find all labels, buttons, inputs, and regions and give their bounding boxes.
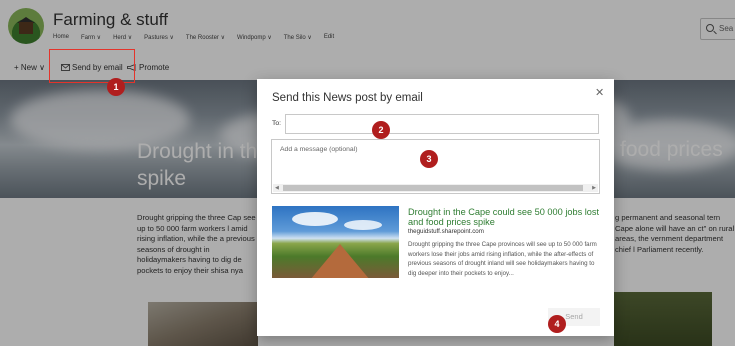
send-email-dialog: Send this News post by email ✕ To: Add a… [257, 79, 614, 336]
link-preview-description: Drought gripping the three Cape province… [408, 241, 597, 277]
message-field[interactable]: Add a message (optional) ◀ ▶ [271, 139, 600, 194]
step-marker-2: 2 [372, 121, 390, 139]
step-marker-3: 3 [420, 150, 438, 168]
scrollbar-thumb[interactable] [283, 185, 583, 191]
message-placeholder: Add a message (optional) [280, 146, 358, 153]
scroll-left-icon[interactable]: ◀ [275, 185, 279, 191]
link-preview-image [272, 206, 399, 278]
to-field[interactable] [285, 114, 599, 134]
step-marker-4: 4 [548, 315, 566, 333]
to-label: To: [272, 120, 282, 127]
close-icon[interactable]: ✕ [595, 86, 604, 99]
link-preview-title[interactable]: Drought in the Cape could see 50 000 job… [408, 207, 603, 227]
highlight-box [49, 49, 135, 83]
preview-cloud-shape [292, 212, 338, 226]
preview-road-shape [310, 244, 370, 278]
horizontal-scrollbar[interactable]: ◀ ▶ [273, 184, 598, 192]
preview-cloud-shape [344, 220, 382, 230]
link-preview-domain: theguidstuff.sharepoint.com [408, 228, 484, 235]
scroll-right-icon[interactable]: ▶ [592, 185, 596, 191]
step-marker-1: 1 [107, 78, 125, 96]
dialog-title: Send this News post by email [272, 92, 423, 104]
